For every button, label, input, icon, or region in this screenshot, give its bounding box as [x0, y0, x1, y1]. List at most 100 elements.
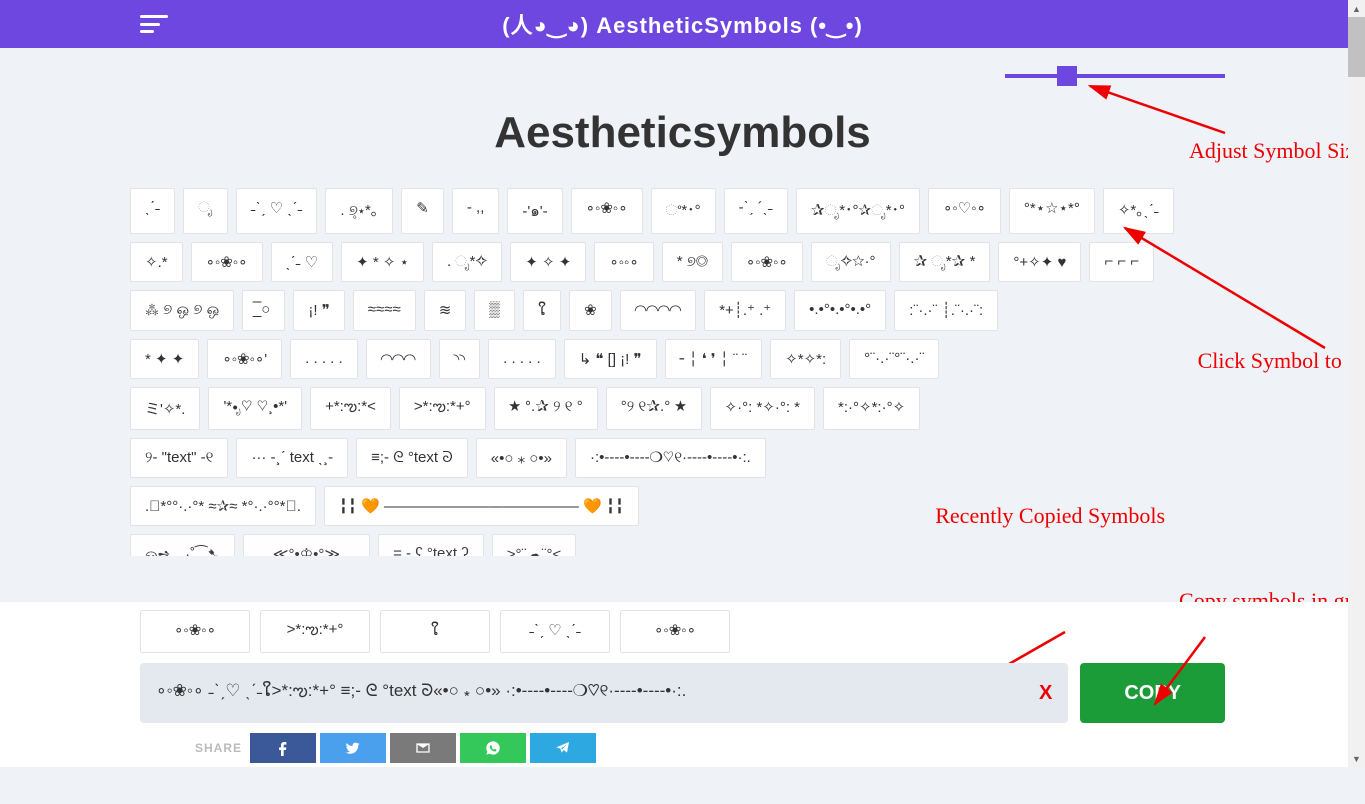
share-row: SHARE [130, 733, 1235, 763]
symbol-cell[interactable]: ೃ✧☆·° [811, 242, 891, 282]
share-email[interactable] [390, 733, 456, 763]
recent-symbols: ∘◦❀◦∘>*:ఌ:*+°ໃ˗ˋˏ ♡ ˎˊ˗∘◦❀◦∘ [130, 610, 1235, 653]
symbol-cell[interactable]: -'๑'- [507, 188, 562, 234]
brand-title: (人◕‿◕) AestheticSymbols (•‿•) [502, 8, 863, 40]
copy-row: ∘◦❀◦∘ ˗ˋˏ♡ ˎˊ˗ໃ>*:ఌ:*+° ≡;- ᘓ °text ᘐ«•○… [130, 663, 1235, 723]
symbol-cell[interactable]: >*:ఌ:*+° [399, 387, 486, 430]
symbol-cell[interactable]: ✧*✧*: [770, 339, 841, 379]
symbol-cell[interactable]: ∘◦◦∘ [594, 242, 653, 282]
annotation-recent: Recently Copied Symbols [935, 503, 1165, 529]
symbol-cell[interactable]: ̲̲̅̅ ○ [242, 290, 285, 331]
symbol-cell[interactable]: ⌐ ⌐ ⌐ [1089, 242, 1154, 282]
symbol-cell[interactable]: ··· -¸ˊ text ˎ¸- [236, 438, 348, 478]
symbol-cell[interactable]: *:·°✧*:·°✧ [823, 387, 920, 430]
share-label: SHARE [195, 741, 242, 755]
share-telegram[interactable] [530, 733, 596, 763]
symbol-cell[interactable]: ∘◦♡◦∘ [928, 188, 1001, 234]
symbol-cell[interactable]: ˗ˋˏ ♡ ˎˊ˗ [236, 188, 318, 234]
symbol-cell[interactable]: '*•ೃ♡ ♡¸•*' [208, 387, 302, 430]
symbol-cell[interactable]: :¨·.·¨ ┊.¨·.·¨: [894, 290, 998, 331]
symbol-cell[interactable]: ✧*｡ˎˊ˗ [1103, 188, 1174, 234]
symbol-cell[interactable]: . ೃ*✧ [432, 242, 502, 282]
symbol-cell[interactable]: ≡;- ᘓ °text ᘐ [356, 438, 468, 478]
symbol-cell[interactable]: ˎˊ˗ ♡ [271, 242, 334, 282]
size-slider[interactable] [1005, 66, 1225, 86]
page-title: Aestheticsymbols [130, 108, 1235, 158]
symbol-cell[interactable]: ೃ [183, 188, 228, 234]
symbol-cell[interactable]: •.•°•.•°•.•° [794, 290, 886, 331]
menu-icon[interactable] [140, 15, 168, 33]
bottom-panel: ∘◦❀◦∘>*:ఌ:*+°ໃ˗ˋˏ ♡ ˎˊ˗∘◦❀◦∘ ∘◦❀◦∘ ˗ˋˏ♡ … [0, 602, 1365, 767]
share-facebook[interactable] [250, 733, 316, 763]
symbol-cell[interactable]: - ,, [452, 188, 500, 234]
copy-button[interactable]: COPY [1080, 663, 1225, 723]
scrollbar-up[interactable]: ▲ [1348, 0, 1365, 17]
header: (人◕‿◕) AestheticSymbols (•‿•) [0, 0, 1365, 48]
symbol-cell[interactable]: *+┊.⁺ .⁺ [704, 290, 786, 331]
annotation-click: Click Symbol to Copy [1198, 348, 1365, 374]
share-whatsapp[interactable] [460, 733, 526, 763]
recent-symbol[interactable]: ˗ˋˏ ♡ ˎˊ˗ [500, 610, 610, 653]
symbol-cell[interactable]: ≈≈≈≈ [353, 290, 416, 331]
symbol-cell[interactable]: ∘◦❀◦∘ [731, 242, 803, 282]
symbol-cell[interactable]: °¨·.·¨°¨·.·¨ [849, 339, 939, 379]
symbol-cell[interactable]: ╏╏ 🧡 ————————————— 🧡 ╏╏ [324, 486, 639, 526]
symbol-cell[interactable]: * ୭◎ [662, 242, 723, 282]
recent-symbol[interactable]: ໃ [380, 610, 490, 653]
compose-text: ∘◦❀◦∘ ˗ˋˏ♡ ˎˊ˗ໃ>*:ఌ:*+° ≡;- ᘓ °text ᘐ«•○… [156, 681, 686, 705]
symbol-cell[interactable]: ·:•----•----❍♡୧·----•----•·:. [575, 438, 766, 478]
symbol-cell[interactable]: ໃ [523, 290, 561, 331]
slider-thumb[interactable] [1057, 66, 1077, 86]
symbol-cell[interactable]: ∘◦❀◦∘ [571, 188, 643, 234]
symbol-cell[interactable]: ✎ [401, 188, 444, 234]
symbol-cell[interactable]: * ✦ ✦ [130, 339, 199, 379]
symbol-cell[interactable]: ஓ➺…·˚⁀➷ [130, 534, 235, 556]
symbol-cell[interactable]: ≋ [424, 290, 467, 331]
scrollbar[interactable]: ▲ ▼ [1348, 0, 1365, 767]
symbol-cell[interactable]: . . . . . [290, 339, 358, 379]
symbol-cell[interactable]: ↳ ❝ [] ¡! ❞ [564, 339, 657, 379]
symbol-cell[interactable]: °*⋆☆⋆*° [1009, 188, 1095, 234]
symbol-cell[interactable]: ✧·°: *✧·°: * [710, 387, 815, 430]
symbol-cell[interactable]: ◝◝ [439, 339, 481, 379]
symbol-cell[interactable]: ˎˊ˗ [130, 188, 175, 234]
symbol-cell[interactable]: ✦ * ✧ ⋆ [341, 242, 424, 282]
symbol-cell[interactable]: ◜◝◜◝◜◝◜◝ [620, 290, 696, 331]
symbol-cell[interactable]: ✦ ✧ ✦ [510, 242, 586, 282]
symbol-cell[interactable]: ミ'✧*. [130, 387, 200, 430]
symbol-cell[interactable]: ╴╎ ❛ ❜ ╎ ¨ ¨ [665, 339, 763, 379]
recent-symbol[interactable]: ∘◦❀◦∘ [620, 610, 730, 653]
symbol-cell[interactable]: ¡! ❞ [293, 290, 344, 331]
symbol-cell[interactable]: =,- ʕ °text ʔ [378, 534, 484, 556]
recent-symbol[interactable]: >*:ఌ:*+° [260, 610, 370, 653]
annotation-adjust: Adjust Symbol Size [1189, 138, 1365, 164]
symbol-cell[interactable]: °+✧✦ ♥ [998, 242, 1081, 282]
symbol-cell[interactable]: ★ °.✰ ୨ ୧ ° [494, 387, 598, 430]
scrollbar-thumb[interactable] [1348, 17, 1365, 77]
share-twitter[interactable] [320, 733, 386, 763]
recent-symbol[interactable]: ∘◦❀◦∘ [140, 610, 250, 653]
scrollbar-down[interactable]: ▼ [1348, 750, 1365, 767]
symbol-cell[interactable]: ଂ*･° [651, 188, 716, 234]
symbol-cell[interactable]: +*:ఌ:*< [310, 387, 391, 430]
symbol-cell[interactable]: .ﾟ*°°·.·°* ≈✰≈ *°·.·°°*ﾟ. [130, 486, 316, 526]
compose-box[interactable]: ∘◦❀◦∘ ˗ˋˏ♡ ˎˊ˗ໃ>*:ఌ:*+° ≡;- ᘓ °text ᘐ«•○… [140, 663, 1068, 723]
symbol-cell[interactable]: . ୭̥⋆*｡ [325, 188, 393, 234]
symbol-cell[interactable]: >°¨☁¨°< [492, 534, 577, 556]
symbol-cell[interactable]: ✧.* [130, 242, 183, 282]
symbol-cell[interactable]: ⁂ ୭ ஒ ୭ ஒ [130, 290, 234, 331]
symbol-cell[interactable]: -ˋˏ ´ˎ˗ [724, 188, 788, 234]
symbol-cell[interactable]: ∘◦❀◦∘' [207, 339, 282, 379]
symbol-cell[interactable]: «•○ ⁎ ○•» [476, 438, 567, 478]
symbol-cell[interactable]: ✰ ೃ*✰ * [899, 242, 991, 282]
symbol-cell[interactable]: . . . . . [488, 339, 556, 379]
symbol-cell[interactable]: ❀ [569, 290, 612, 331]
symbol-cell[interactable]: °୨ ୧✰.° ★ [606, 387, 702, 430]
compose-clear[interactable]: X [1039, 682, 1052, 705]
symbol-cell[interactable]: ୨- "text" -୧ [130, 438, 228, 478]
symbol-cell[interactable]: …≪°•♔•°≫… [243, 534, 370, 556]
symbol-cell[interactable]: ∘◦❀◦∘ [191, 242, 263, 282]
symbol-cell[interactable]: ▒ [474, 290, 515, 331]
symbol-cell[interactable]: ◜◝◜◝◜◝ [366, 339, 431, 379]
symbol-cell[interactable]: ✰ೃ*･°✰ೃ*･° [796, 188, 920, 234]
